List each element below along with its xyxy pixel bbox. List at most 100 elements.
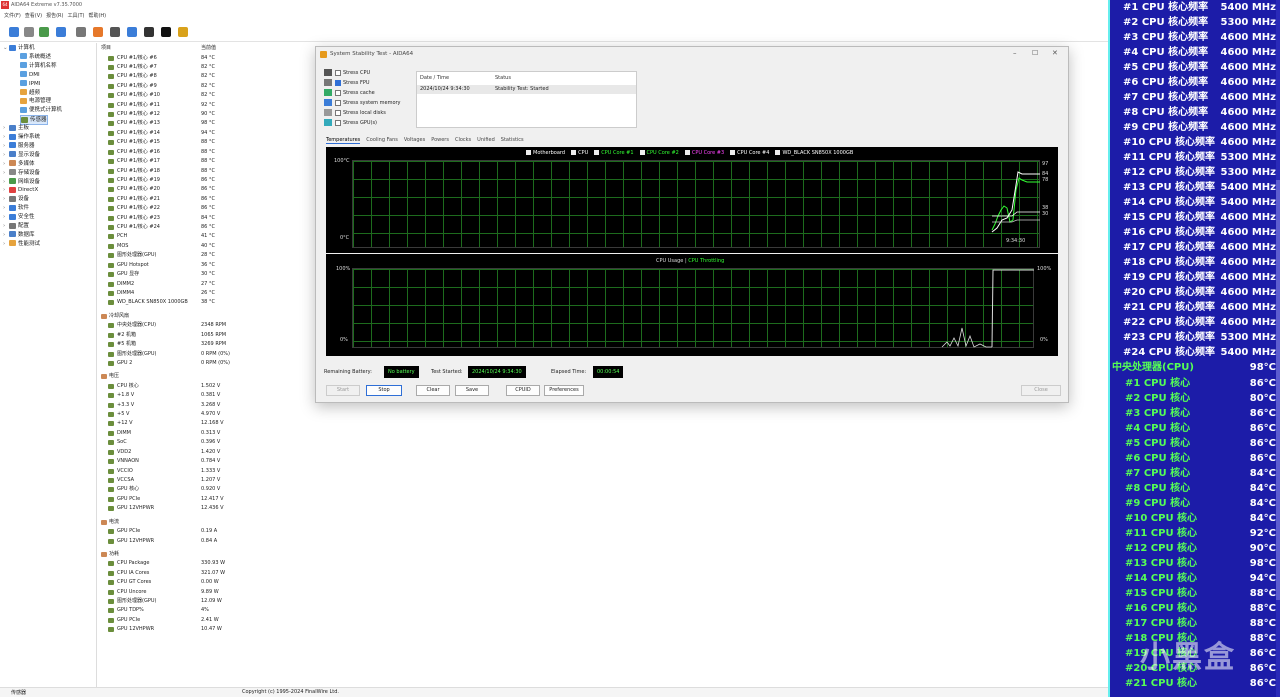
sensor-row[interactable]: CPU #1/核心 #8 82 °C [98, 72, 310, 81]
sensor-row[interactable]: GPU 显存 30 °C [98, 270, 310, 279]
legend-checkbox[interactable] [639, 150, 645, 155]
sensor-row[interactable]: GPU 核心 0.920 V [98, 485, 310, 494]
sensor-icon[interactable] [178, 27, 188, 37]
sensor-row[interactable]: CPU 核心 1.502 V [98, 382, 310, 391]
sensor-row[interactable]: CPU #1/核心 #7 82 °C [98, 63, 310, 72]
sensor-row[interactable]: CPU Uncore 9.89 W [98, 588, 310, 597]
tree-item[interactable]: › 服务器 [3, 142, 35, 150]
sensor-row[interactable]: GPU 12VHPWR 12.436 V [98, 504, 310, 513]
preferences-button[interactable]: Preferences [544, 385, 584, 396]
cpu-icon[interactable] [39, 27, 49, 37]
sensor-row[interactable]: GPU PCIe 2.41 W [98, 616, 310, 625]
checkbox[interactable] [335, 99, 341, 106]
stress-option[interactable]: Stress cache [324, 88, 375, 98]
tree-item[interactable]: › DirectX [3, 186, 38, 194]
tree-item[interactable]: › 主板 [3, 124, 29, 132]
sensor-row[interactable]: DIMM 0.313 V [98, 429, 310, 438]
sensor-row[interactable]: CPU #1/核心 #19 86 °C [98, 176, 310, 185]
checkbox[interactable] [335, 109, 341, 116]
tree-item[interactable]: › 配置 [3, 222, 29, 230]
sensor-row[interactable]: GPU TDP% 4% [98, 606, 310, 615]
sensor-row[interactable]: VDD2 1.420 V [98, 448, 310, 457]
sensor-row[interactable]: PCH 41 °C [98, 232, 310, 241]
close-button[interactable]: Close [1021, 385, 1061, 396]
tree-item[interactable]: IPMI [20, 80, 40, 88]
menu-item-3[interactable]: 工具(T) [68, 11, 85, 21]
sensor-row[interactable]: DIMM2 27 °C [98, 280, 310, 289]
legend-checkbox[interactable] [684, 150, 690, 155]
sensor-row[interactable]: CPU #1/核心 #16 88 °C [98, 148, 310, 157]
tree-item[interactable]: DMI [20, 71, 40, 79]
sensor-row[interactable]: CPU #1/核心 #18 88 °C [98, 167, 310, 176]
stress-option[interactable]: Stress CPU [324, 68, 370, 78]
sensor-row[interactable]: 图形处理器(GPU) 0 RPM (0%) [98, 350, 310, 359]
tree-item[interactable]: › 网络设备 [3, 178, 40, 186]
sensor-row[interactable]: CPU #1/核心 #21 86 °C [98, 195, 310, 204]
legend-item[interactable]: WD_BLACK SN850X 1000GB [775, 150, 853, 156]
menu-item-0[interactable]: 文件(F) [4, 11, 21, 21]
menu-item-1[interactable]: 查看(V) [25, 11, 42, 21]
tree-item[interactable]: 超频 [20, 89, 40, 97]
sensor-row[interactable]: +3.3 V 3.268 V [98, 401, 310, 410]
tree-item[interactable]: › 显示设备 [3, 151, 40, 159]
osd-scrollbar[interactable] [1276, 0, 1280, 697]
sensor-row[interactable]: CPU #1/核心 #14 94 °C [98, 129, 310, 138]
tree-item[interactable]: 便携式计算机 [20, 106, 62, 114]
sensor-row[interactable]: #5 机箱 3269 RPM [98, 340, 310, 349]
tab-unified[interactable]: Unified [477, 137, 495, 143]
stress-option[interactable]: Stress FPU [324, 78, 370, 88]
power-header[interactable]: 功耗 [98, 550, 310, 559]
report-icon[interactable] [24, 27, 34, 37]
sensor-row[interactable]: CPU #1/核心 #20 86 °C [98, 185, 310, 194]
current-header[interactable]: 电流 [98, 518, 310, 527]
benchmark-icon[interactable] [161, 27, 171, 37]
tab-cooling-fans[interactable]: Cooling Fans [366, 137, 398, 143]
log-row[interactable]: 2024/10/24 9:34:30 Stability Test: Start… [417, 85, 636, 94]
sensor-row[interactable]: VCCSA 1.207 V [98, 476, 310, 485]
osd-scrollbar-thumb[interactable] [1276, 180, 1280, 600]
legend-item[interactable]: Motherboard [526, 150, 565, 156]
sensor-row[interactable]: 图形处理器(GPU) 28 °C [98, 251, 310, 260]
minimize-icon[interactable]: – [1013, 49, 1017, 57]
legend-item[interactable]: CPU Core #2 [639, 150, 679, 156]
network-icon[interactable] [56, 27, 66, 37]
tab-temperatures[interactable]: Temperatures [326, 137, 361, 144]
tree-item[interactable]: › 软件 [3, 204, 29, 212]
tree-item[interactable]: › 性能测试 [3, 240, 40, 248]
sensor-row[interactable]: CPU #1/核心 #10 82 °C [98, 91, 310, 100]
tree-item[interactable]: › 安全性 [3, 213, 35, 221]
stress-option[interactable]: Stress GPU(s) [324, 118, 377, 128]
flame-icon[interactable] [93, 27, 103, 37]
legend-checkbox[interactable] [526, 150, 531, 155]
close-icon[interactable]: ✕ [1052, 49, 1058, 57]
legend-checkbox[interactable] [730, 150, 736, 155]
cpuid-button[interactable]: CPUID [506, 385, 540, 396]
sensor-row[interactable]: GPU PCIe 12.417 V [98, 495, 310, 504]
sensor-row[interactable]: #2 机箱 1065 RPM [98, 331, 310, 340]
sensor-row[interactable]: CPU #1/核心 #6 84 °C [98, 54, 310, 63]
start-button[interactable]: Start [326, 385, 360, 396]
sensor-row[interactable]: WD_BLACK SN850X 1000GB 38 °C [98, 298, 310, 307]
column-header-value[interactable]: 当前值 [201, 44, 216, 53]
disk-icon[interactable] [110, 27, 120, 37]
tree-item[interactable]: 系统概述 [20, 53, 51, 61]
sensor-row[interactable]: CPU #1/核心 #22 86 °C [98, 204, 310, 213]
sensor-row[interactable]: 图形处理器(GPU) 12.09 W [98, 597, 310, 606]
sensor-row[interactable]: VCCIO 1.333 V [98, 467, 310, 476]
legend-item[interactable]: CPU Core #4 [730, 150, 769, 156]
sensor-row[interactable]: CPU #1/核心 #11 92 °C [98, 101, 310, 110]
database-icon[interactable] [76, 27, 86, 37]
sensor-row[interactable]: CPU Package 330.93 W [98, 559, 310, 568]
legend-checkbox[interactable] [571, 150, 577, 155]
sensor-row[interactable]: CPU GT Cores 0.00 W [98, 578, 310, 587]
tree-item[interactable]: › 操作系统 [3, 133, 40, 141]
maximize-icon[interactable]: ☐ [1032, 49, 1038, 57]
sensor-row[interactable]: 中央处理器(CPU) 2348 RPM [98, 321, 310, 330]
sensor-row[interactable]: CPU IA Cores 321.07 W [98, 569, 310, 578]
legend-item[interactable]: CPU Core #3 [684, 150, 724, 156]
sensor-row[interactable]: SoC 0.396 V [98, 438, 310, 447]
checkbox[interactable] [335, 89, 341, 96]
sensor-row[interactable]: GPU 12VHPWR 10.47 W [98, 625, 310, 634]
sensor-row[interactable]: GPU 2 0 RPM (0%) [98, 359, 310, 368]
tree-item[interactable]: › 设备 [3, 195, 29, 203]
